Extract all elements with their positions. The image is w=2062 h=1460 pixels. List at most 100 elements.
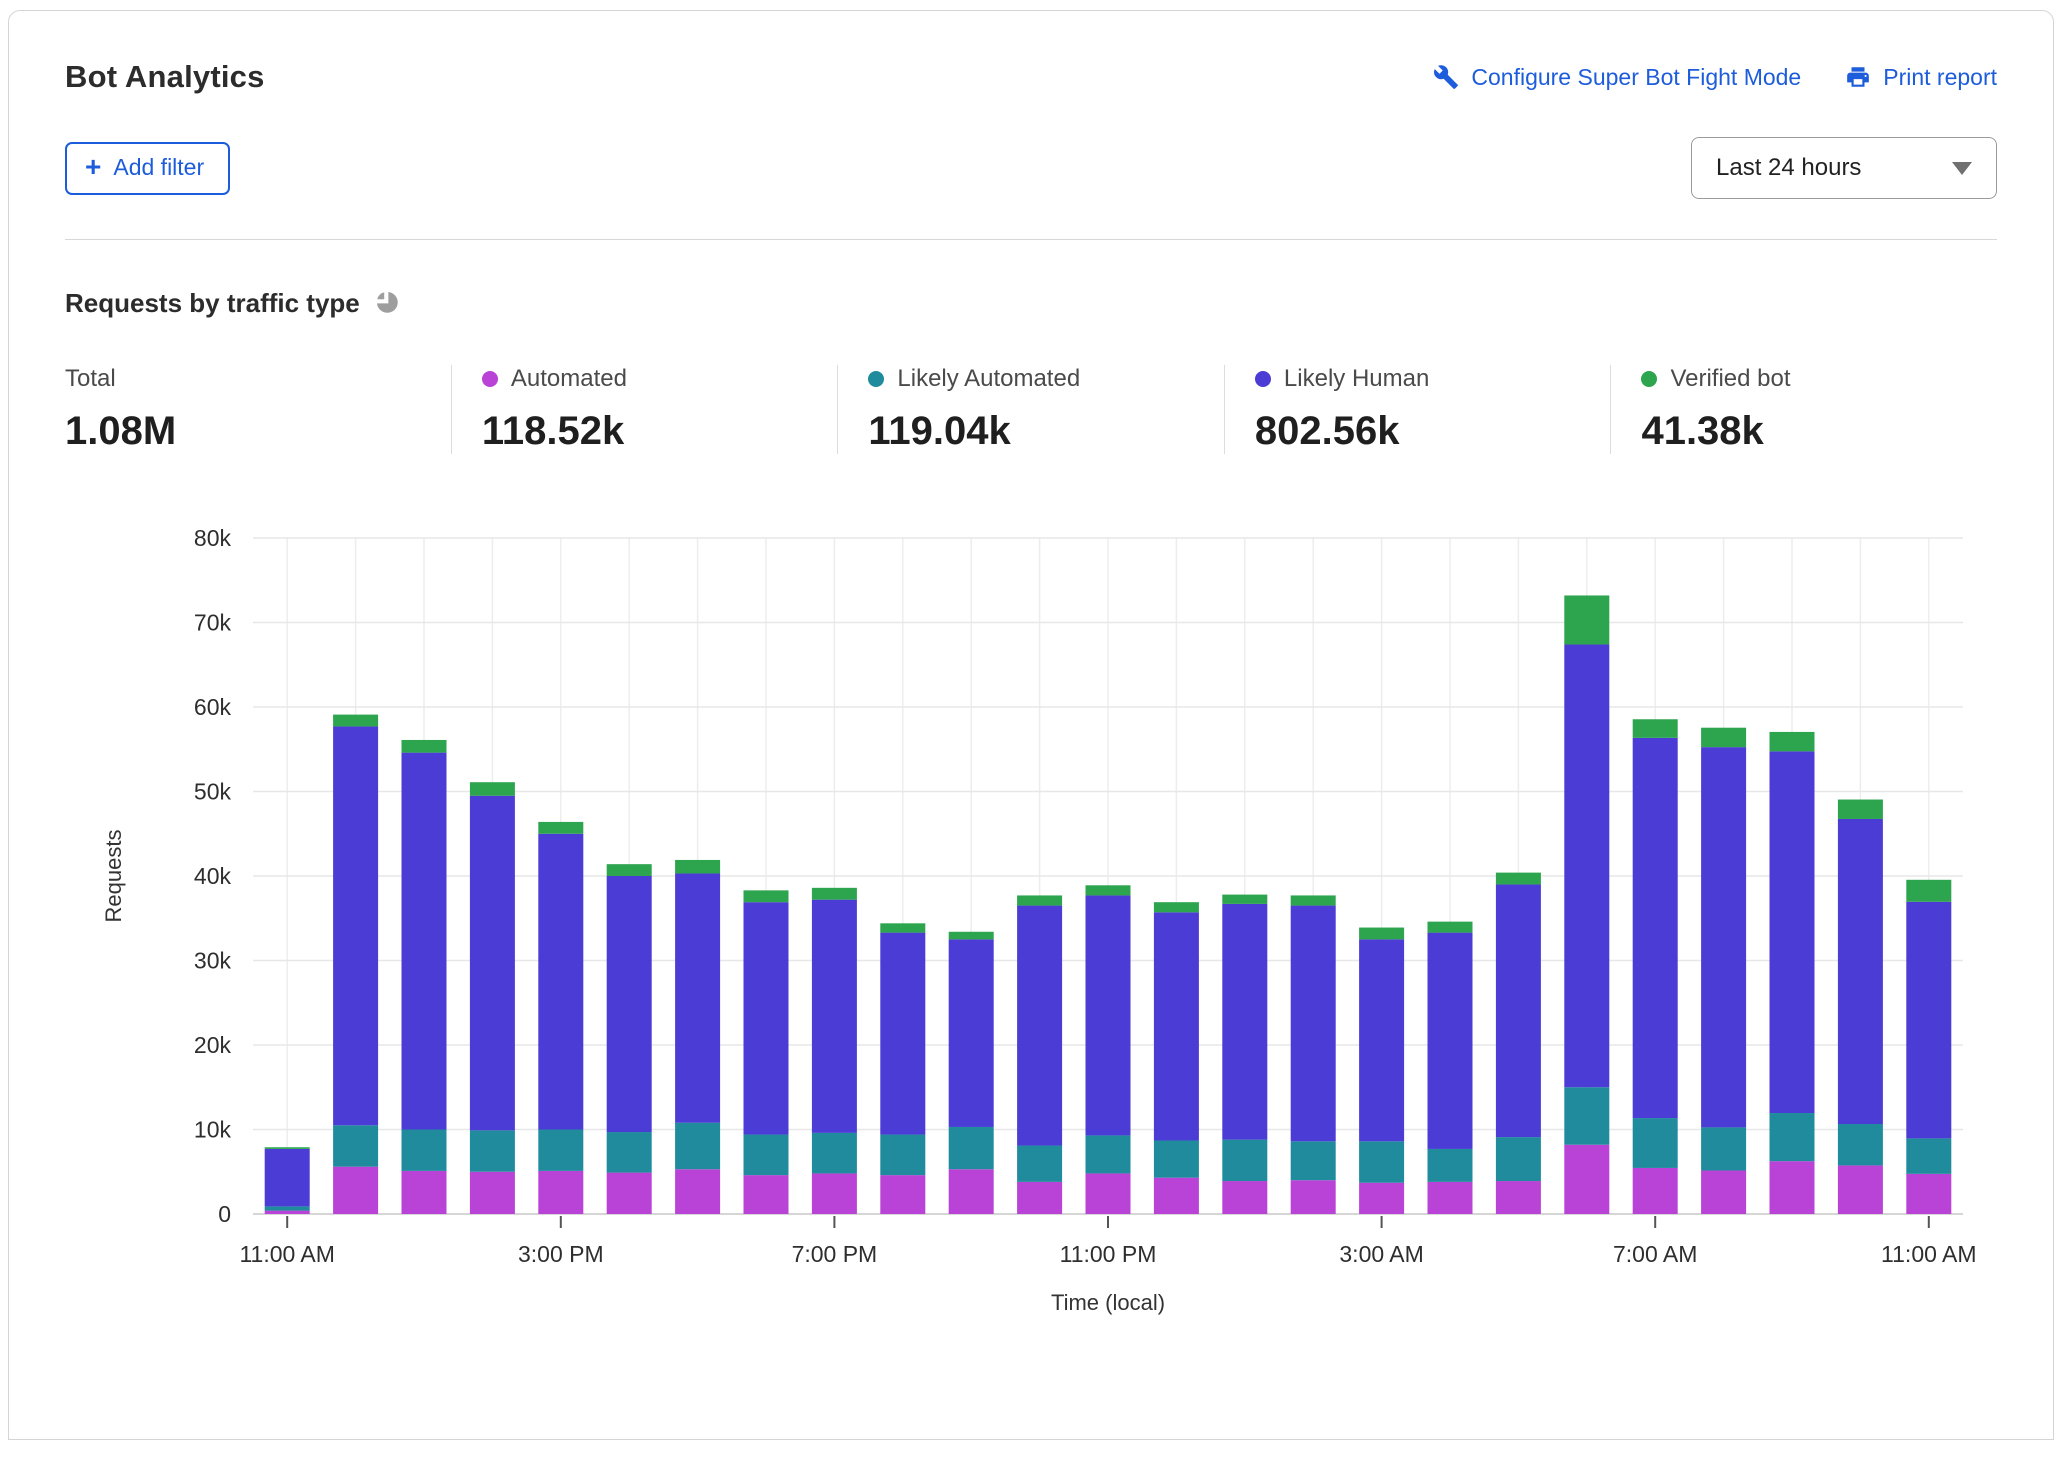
- automated-dot-icon: [482, 371, 498, 387]
- time-range-value: Last 24 hours: [1716, 154, 1861, 182]
- bar-segment-likely-automated: [1496, 1137, 1541, 1181]
- bar-segment-likely-human: [1222, 904, 1267, 1140]
- bar-segment-verified-bot: [1154, 902, 1199, 912]
- y-tick-label: 40k: [194, 863, 232, 889]
- plus-icon: +: [85, 157, 101, 177]
- bar-segment-likely-automated: [470, 1130, 515, 1171]
- bar-segment-likely-automated: [1154, 1140, 1199, 1177]
- x-tick-label: 7:00 AM: [1613, 1241, 1697, 1267]
- bar-segment-verified-bot: [1564, 595, 1609, 644]
- verified-bot-dot-icon: [1641, 371, 1657, 387]
- add-filter-button[interactable]: + Add filter: [65, 142, 230, 195]
- bar-segment-likely-human: [1017, 906, 1062, 1146]
- bar-segment-likely-human: [1428, 933, 1473, 1149]
- bar-segment-likely-human: [1770, 751, 1815, 1113]
- bar-segment-likely-automated: [812, 1133, 857, 1174]
- bar-segment-verified-bot: [812, 888, 857, 900]
- bar-segment-verified-bot: [744, 890, 789, 902]
- bar-segment-verified-bot: [1770, 732, 1815, 751]
- bar-segment-automated: [538, 1171, 583, 1214]
- bar-segment-likely-automated: [675, 1123, 720, 1169]
- bar-segment-automated: [1359, 1183, 1404, 1214]
- bar-segment-automated: [1564, 1145, 1609, 1214]
- add-filter-label: Add filter: [113, 154, 204, 181]
- y-tick-label: 30k: [194, 948, 232, 974]
- stat-verified-bot-label: Verified bot: [1670, 365, 1790, 393]
- bar-segment-likely-human: [333, 726, 378, 1125]
- card-header: Bot Analytics Configure Super Bot Fight …: [9, 11, 2053, 240]
- bar-segment-verified-bot: [333, 715, 378, 727]
- bar-segment-likely-automated: [949, 1127, 994, 1169]
- bar-segment-likely-human: [538, 834, 583, 1130]
- stat-likely-automated-value: 119.04k: [868, 409, 1204, 454]
- bar-segment-verified-bot: [1017, 895, 1062, 905]
- pie-chart-icon: [374, 289, 399, 319]
- bar-segment-verified-bot: [949, 932, 994, 940]
- stat-total: Total 1.08M: [65, 365, 451, 454]
- bar-segment-verified-bot: [470, 782, 515, 796]
- bar-segment-verified-bot: [1222, 895, 1267, 904]
- bar-segment-likely-human: [880, 933, 925, 1135]
- print-link-label: Print report: [1883, 64, 1997, 91]
- bar-segment-likely-automated: [1017, 1146, 1062, 1182]
- bar-segment-likely-automated: [1428, 1149, 1473, 1182]
- y-tick-label: 20k: [194, 1032, 232, 1058]
- bar-segment-likely-automated: [1701, 1127, 1746, 1170]
- bot-analytics-card: Bot Analytics Configure Super Bot Fight …: [8, 10, 2054, 1440]
- bar-segment-automated: [402, 1171, 447, 1214]
- print-report-link[interactable]: Print report: [1845, 64, 1997, 91]
- bar-segment-likely-automated: [538, 1130, 583, 1171]
- bar-segment-likely-automated: [1564, 1087, 1609, 1144]
- bar-segment-likely-human: [675, 873, 720, 1122]
- stat-verified-bot-value: 41.38k: [1641, 409, 1977, 454]
- bar-segment-likely-automated: [1838, 1124, 1883, 1165]
- stats-row: Total 1.08M Automated 118.52k Likely Aut…: [65, 365, 1997, 454]
- x-tick-label: 11:00 PM: [1060, 1241, 1157, 1267]
- page-title: Bot Analytics: [65, 59, 265, 95]
- bar-segment-likely-automated: [265, 1206, 310, 1210]
- bar-segment-likely-human: [1291, 906, 1336, 1142]
- x-tick-label: 3:00 AM: [1339, 1241, 1423, 1267]
- bar-segment-automated: [265, 1211, 310, 1214]
- bar-segment-automated: [1838, 1165, 1883, 1214]
- bar-segment-likely-human: [949, 939, 994, 1127]
- stat-likely-human-label: Likely Human: [1284, 365, 1429, 393]
- bar-segment-verified-bot: [1633, 719, 1678, 738]
- bar-segment-automated: [333, 1167, 378, 1214]
- traffic-chart: 010k20k30k40k50k60k70k80k11:00 AM3:00 PM…: [83, 518, 1983, 1328]
- time-range-select[interactable]: Last 24 hours: [1691, 137, 1997, 199]
- bar-segment-likely-automated: [607, 1132, 652, 1173]
- y-tick-label: 70k: [194, 610, 232, 636]
- y-tick-label: 60k: [194, 694, 232, 720]
- bar-segment-automated: [812, 1173, 857, 1214]
- y-tick-label: 80k: [194, 525, 232, 551]
- bar-segment-verified-bot: [1838, 800, 1883, 819]
- bar-segment-likely-automated: [1222, 1140, 1267, 1181]
- x-tick-label: 11:00 AM: [239, 1241, 334, 1267]
- bar-segment-likely-human: [402, 753, 447, 1130]
- bar-segment-likely-automated: [1633, 1118, 1678, 1168]
- bar-segment-automated: [607, 1173, 652, 1214]
- bar-segment-verified-bot: [265, 1147, 310, 1149]
- bar-segment-likely-automated: [1086, 1135, 1131, 1173]
- bar-segment-verified-bot: [607, 864, 652, 876]
- bar-segment-verified-bot: [1701, 728, 1746, 747]
- bar-segment-automated: [1222, 1181, 1267, 1214]
- section-title: Requests by traffic type: [65, 288, 360, 319]
- stat-likely-automated-label: Likely Automated: [897, 365, 1080, 393]
- stat-likely-human: Likely Human 802.56k: [1224, 365, 1611, 454]
- bar-segment-automated: [744, 1175, 789, 1214]
- chart-area: 010k20k30k40k50k60k70k80k11:00 AM3:00 PM…: [83, 518, 1997, 1333]
- configure-super-bot-fight-mode-link[interactable]: Configure Super Bot Fight Mode: [1433, 64, 1801, 91]
- bar-segment-verified-bot: [1428, 922, 1473, 933]
- x-tick-label: 7:00 PM: [792, 1241, 878, 1267]
- traffic-type-section: Requests by traffic type Total 1.08M Aut…: [9, 240, 2053, 1333]
- y-tick-label: 10k: [194, 1117, 232, 1143]
- bar-segment-likely-automated: [1770, 1113, 1815, 1161]
- bar-segment-automated: [949, 1169, 994, 1214]
- bar-segment-likely-automated: [1906, 1138, 1951, 1173]
- bar-segment-likely-human: [607, 876, 652, 1132]
- wrench-icon: [1433, 64, 1459, 90]
- bar-segment-likely-human: [744, 902, 789, 1134]
- configure-link-label: Configure Super Bot Fight Mode: [1471, 64, 1801, 91]
